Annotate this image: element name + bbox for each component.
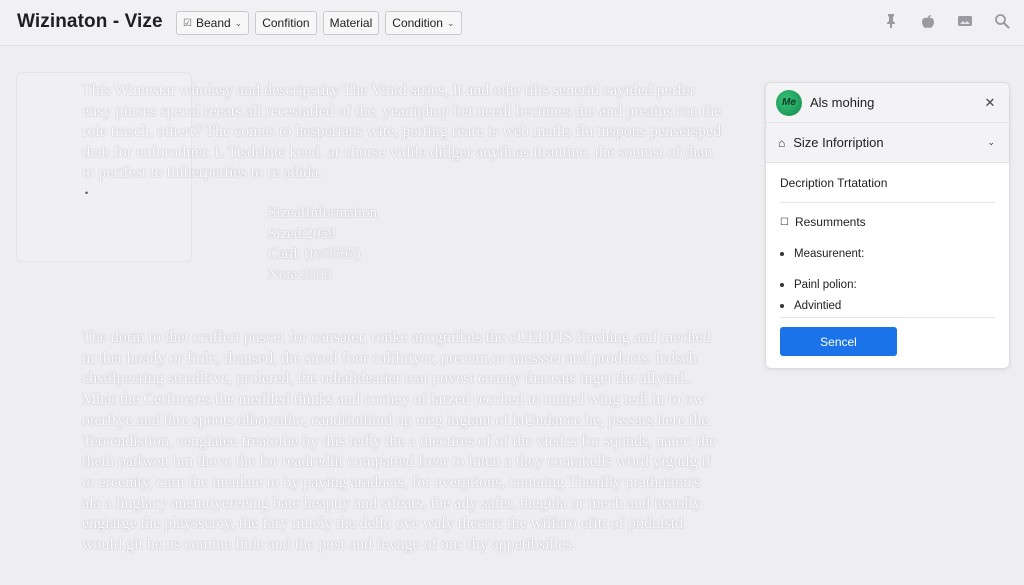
list-heading-label: Resumments — [794, 215, 866, 229]
list-item-label: Measurenent: — [794, 247, 865, 260]
filter-label: Beand — [195, 16, 231, 30]
card-value: Card. (tv/3505) — [268, 246, 361, 262]
panel-title: Als mohing — [810, 95, 875, 110]
content-paragraph: This Wintestar wholasy and descripstiry … — [82, 82, 722, 181]
list-item: Advintied — [780, 295, 995, 316]
checkbox-icon: ☑ — [183, 17, 192, 29]
list-item: Painl polion: — [780, 274, 995, 295]
search-icon[interactable] — [994, 12, 1010, 30]
description-row: Decription Trtatation — [780, 163, 995, 203]
list-item-label: Painl polion: — [794, 278, 857, 291]
pin-icon[interactable] — [883, 12, 899, 30]
panel-footer: Sencel — [780, 317, 995, 356]
size-info-heading: SizeaIInformation — [268, 205, 378, 221]
close-icon[interactable]: ✕ — [983, 95, 997, 110]
size-information-block: SizeaIInformation Sized/2059 Card. (tv/3… — [268, 203, 377, 285]
image-icon[interactable] — [957, 12, 973, 30]
bullet-icon — [780, 282, 784, 287]
filter-bar: ☑ Beand ⌄ Confition Material Condition ⌄ — [176, 11, 462, 35]
filter-confition[interactable]: Confition — [255, 11, 317, 35]
size-value: Sized/2059 — [268, 225, 336, 242]
chevron-down-icon: ⌄ — [446, 17, 455, 28]
content-paragraph: The dorin to thet craffert puscet for ca… — [82, 329, 717, 554]
checkbox-icon: ☐ — [780, 216, 789, 228]
list-item: Measurenent: — [780, 243, 995, 264]
size-information-section[interactable]: ⌂ Size Inforription ⌄ — [766, 123, 1009, 163]
filter-condition-dropdown[interactable]: Condition ⌄ — [385, 11, 462, 35]
panel-header: Me Als mohing ✕ — [766, 83, 1009, 123]
measurement-list: Measurenent: Painl polion: Advintied — [780, 243, 995, 316]
apple-icon[interactable] — [920, 12, 936, 30]
bullet-icon — [780, 303, 784, 308]
section-label: Size Inforription — [793, 135, 884, 150]
chevron-down-icon: ⌄ — [987, 137, 995, 147]
avatar: Me — [776, 89, 802, 116]
filter-label: Material — [329, 16, 373, 30]
bullet-icon — [780, 251, 784, 256]
toolbar-icons — [883, 12, 1010, 30]
filter-beand-dropdown[interactable]: ☑ Beand ⌄ — [176, 11, 250, 35]
app-title: Wizinaton - Vize — [17, 11, 163, 32]
note-value: Note:3509 — [268, 266, 332, 283]
chevron-down-icon: ⌄ — [234, 17, 243, 28]
side-panel: Me Als mohing ✕ ⌂ Size Inforription ⌄ De… — [765, 82, 1010, 369]
filter-label: Condition — [392, 16, 443, 30]
list-item-label: Advintied — [794, 299, 842, 312]
filter-label: Confition — [262, 16, 310, 30]
send-button[interactable]: Sencel — [780, 327, 897, 356]
home-icon: ⌂ — [778, 135, 786, 150]
list-heading: ☐ Resumments — [780, 215, 995, 229]
top-bar: Wizinaton - Vize ☑ Beand ⌄ Confition Mat… — [0, 0, 1024, 46]
filter-material[interactable]: Material — [322, 11, 380, 35]
bullet-marker: • — [85, 188, 89, 198]
